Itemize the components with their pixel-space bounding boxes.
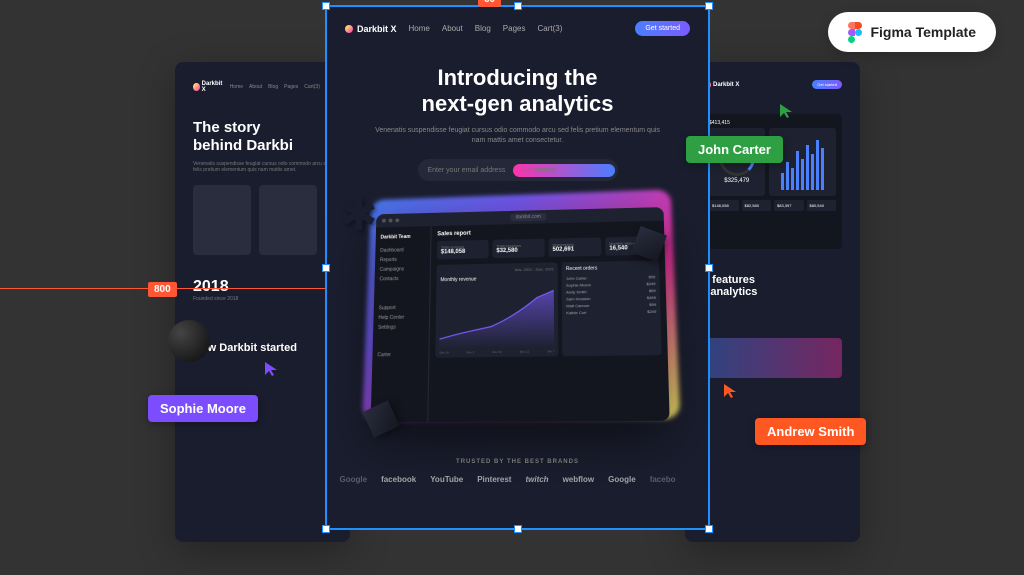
revenue-chart: Monthly revenue Nov. 2021 - Dec. 2021 Se…	[435, 263, 558, 358]
selected-frame-home[interactable]: Darkbit X Home About Blog Pages Cart(3) …	[325, 5, 710, 530]
bg-left-title: The storybehind Darkbi	[193, 119, 332, 155]
brand-logo[interactable]: Darkbit X	[345, 24, 397, 34]
decor-asterisk: ✱	[340, 195, 380, 235]
figma-template-badge[interactable]: Figma Template	[828, 12, 996, 52]
hero-subtitle: Venenatis suspendisse feugiat cursus odi…	[372, 126, 663, 146]
figma-logo-icon	[848, 22, 862, 42]
selection-handle[interactable]	[514, 2, 522, 10]
collaborator-cursor-andrew	[722, 382, 740, 400]
hero-title: Introducing thenext-gen analytics	[372, 65, 663, 118]
stats-row: Total revenue$148,058 Total sessions$32,…	[436, 237, 658, 260]
figma-badge-label: Figma Template	[870, 24, 976, 40]
hero-section: Introducing thenext-gen analytics Venena…	[327, 50, 708, 181]
bg-right-title: e featuresr analytics	[703, 274, 842, 298]
email-placeholder: Enter your email address	[428, 167, 514, 174]
selection-handle[interactable]	[705, 525, 713, 533]
brands-title: TRUSTED BY THE BEST BRANDS	[327, 459, 708, 465]
bg-left-section: How Darkbit started	[193, 342, 332, 354]
photo-placeholder	[193, 185, 251, 255]
nav-about[interactable]: About	[442, 24, 463, 33]
background-frame-features[interactable]: Darkbit X Get started $413,415 $325,479 …	[685, 62, 860, 542]
collaborator-tag-sophie: Sophie Moore	[148, 395, 258, 422]
brands-section: TRUSTED BY THE BEST BRANDS Google facebo…	[327, 459, 708, 484]
photo-placeholder	[259, 185, 317, 255]
background-frame-about[interactable]: Darkbit X HomeAboutBlogPagesCart(3) Get …	[175, 62, 350, 542]
nav-pages[interactable]: Pages	[503, 24, 526, 33]
nav-cta-button[interactable]: Get started	[635, 21, 690, 36]
recent-orders: Recent orders John Carter$99 Sophie Moor…	[561, 261, 661, 357]
dashboard-sidebar: Darkbit Team Dashboard Reports Campaigns…	[370, 226, 431, 422]
dashboard-preview: darkbit.com Darkbit Team Dashboard Repor…	[363, 199, 673, 429]
nav-home[interactable]: Home	[409, 24, 430, 33]
selection-handle[interactable]	[705, 2, 713, 10]
brands-row: Google facebook YouTube Pinterest twitch…	[327, 475, 708, 484]
spacing-badge-top: 60	[478, 0, 501, 7]
figma-canvas[interactable]: 60 800 Figma Template Darkbit X HomeAbou…	[0, 0, 1024, 575]
year-stat: 2018 Founded since 2018	[193, 278, 332, 302]
nav-blog[interactable]: Blog	[475, 24, 491, 33]
email-submit-button[interactable]: Get started	[513, 164, 615, 177]
browser-url: darkbit.com	[509, 213, 546, 221]
collaborator-tag-andrew: Andrew Smith	[755, 418, 866, 445]
bg-nav: Darkbit X Get started	[703, 80, 842, 89]
spacing-badge-left: 800	[148, 282, 177, 297]
email-signup[interactable]: Enter your email address Get started	[418, 159, 618, 181]
selection-handle[interactable]	[514, 525, 522, 533]
selection-handle[interactable]	[705, 264, 713, 272]
collaborator-cursor-john	[778, 102, 796, 120]
nav-cart[interactable]: Cart(3)	[537, 24, 562, 33]
mini-dashboard: $413,415 $325,479 $148,058 $82,580 $83,3…	[703, 114, 842, 249]
selection-handle[interactable]	[322, 2, 330, 10]
logo-icon	[345, 25, 353, 33]
main-nav: Darkbit X Home About Blog Pages Cart(3) …	[327, 7, 708, 50]
decor-sphere	[168, 320, 210, 362]
bg-nav: Darkbit X HomeAboutBlogPagesCart(3) Get …	[193, 80, 332, 94]
selection-handle[interactable]	[322, 264, 330, 272]
selection-handle[interactable]	[322, 525, 330, 533]
collaborator-cursor-sophie	[263, 360, 281, 378]
bg-left-sub: Venenatis suspendisse feugiat cursus odi…	[193, 161, 332, 173]
gradient-divider	[703, 338, 842, 378]
collaborator-tag-john: John Carter	[686, 136, 783, 163]
